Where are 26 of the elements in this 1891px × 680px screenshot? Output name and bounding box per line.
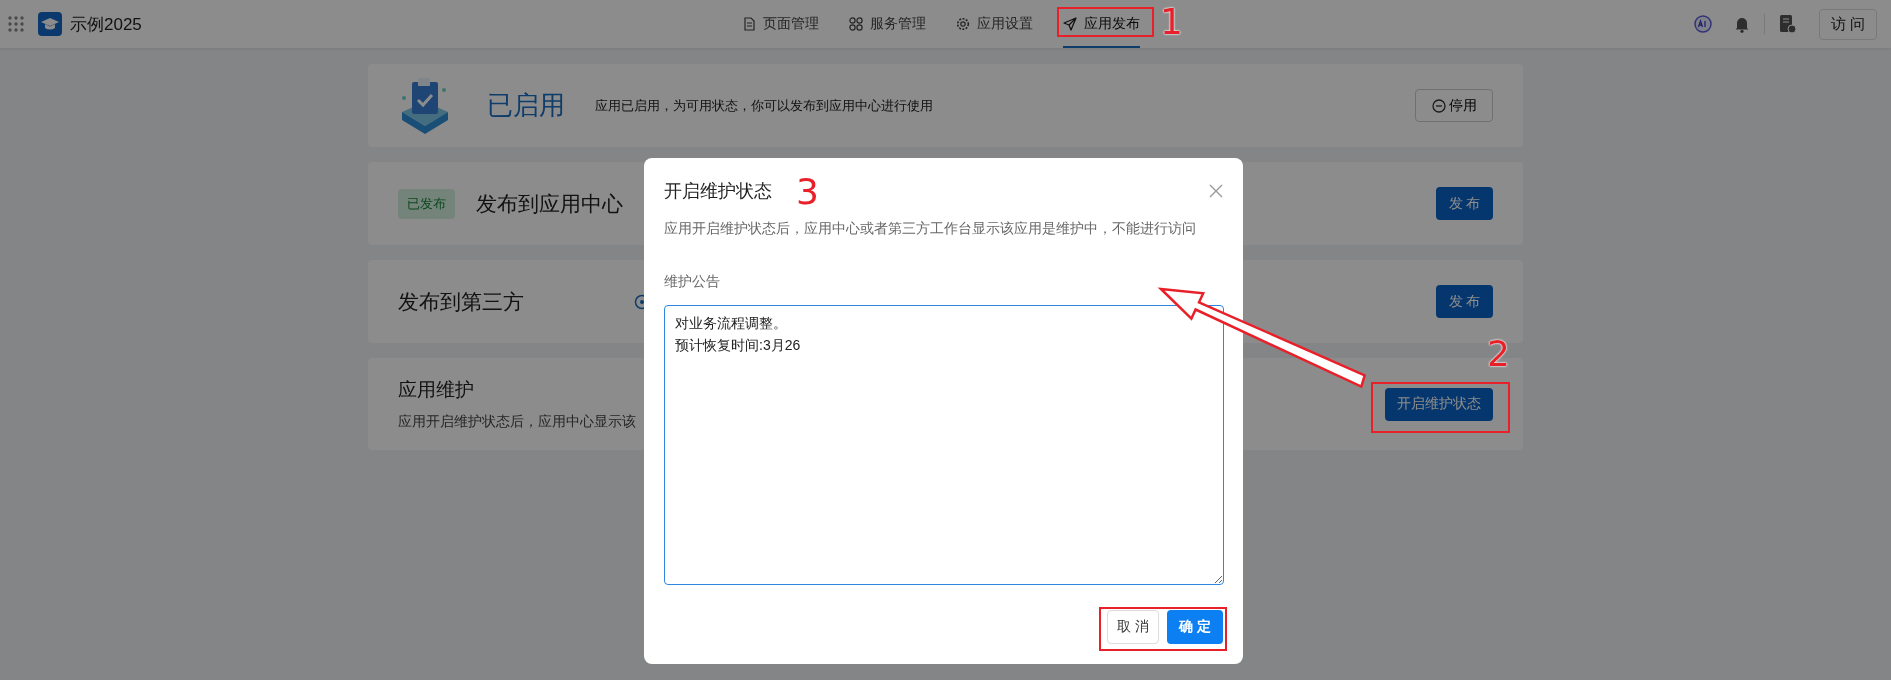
cancel-button[interactable]: 取 消 xyxy=(1107,610,1159,644)
annotation-number: 1 xyxy=(1160,2,1183,42)
card-title: 应用维护 xyxy=(398,378,475,402)
nav-tab[interactable]: 服务管理 xyxy=(849,0,926,48)
confirm-button[interactable]: 确 定 xyxy=(1167,610,1223,644)
annotation-number: 2 xyxy=(1487,334,1510,374)
visit-button[interactable]: 访 问 xyxy=(1818,8,1877,40)
publish-button[interactable]: 发 布 xyxy=(1436,285,1493,318)
nav-tab[interactable]: 页面管理 xyxy=(743,0,819,48)
field-label: 维护公告 xyxy=(664,273,721,291)
disable-button[interactable]: 停用 xyxy=(1415,89,1493,122)
annotation-number: 3 xyxy=(796,172,819,212)
dialog-description: 应用开启维护状态后，应用中心或者第三方工作台显示该应用是维护中，不能进行访问 xyxy=(664,220,1197,238)
status-title: 已启用 xyxy=(487,89,565,122)
publish-button[interactable]: 发 布 xyxy=(1436,187,1493,220)
enable-maintenance-button[interactable]: 开启维护状态 xyxy=(1385,387,1493,421)
app-name: 示例2025 xyxy=(70,13,142,36)
nav-tab[interactable]: 应用发布 xyxy=(1063,0,1140,48)
card-description: 应用开启维护状态后，应用中心显示该 xyxy=(398,413,636,431)
dialog-title: 开启维护状态 xyxy=(664,180,772,203)
notice-textarea[interactable]: 对业务流程调整。 预计恢复时间:3月26 xyxy=(664,305,1224,585)
status-description: 应用已启用，为可用状态，你可以发布到应用中心进行使用 xyxy=(595,96,933,115)
published-badge: 已发布 xyxy=(398,188,455,219)
card-title: 发布到第三方 xyxy=(398,288,524,315)
nav-tab[interactable]: 应用设置 xyxy=(956,0,1033,48)
card-title: 发布到应用中心 xyxy=(476,190,623,217)
